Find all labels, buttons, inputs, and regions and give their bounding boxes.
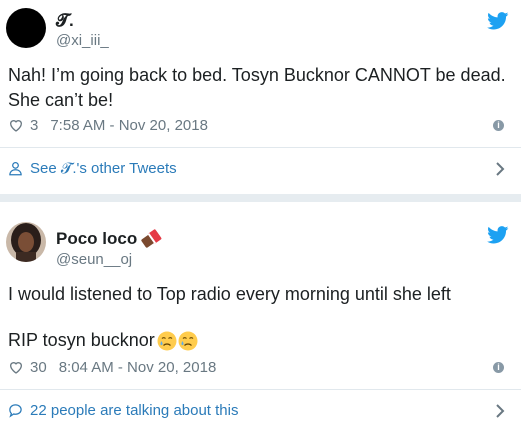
like-count[interactable]: 3: [30, 117, 38, 134]
speech-bubble-icon: [9, 403, 22, 418]
conversation-link[interactable]: 22 people are talking about this: [8, 399, 238, 421]
display-name-row[interactable]: Poco loco: [56, 229, 162, 249]
info-icon[interactable]: i: [493, 120, 504, 131]
twitter-bird-icon[interactable]: [487, 12, 509, 30]
tweet-card-1: 𝓣. @xi_iii_ Nah! I’m going back to bed. …: [0, 0, 521, 194]
crying-face-emoji-icon: [157, 331, 177, 350]
info-icon[interactable]: i: [493, 362, 504, 373]
display-name[interactable]: Poco loco: [56, 229, 137, 249]
divider: [0, 147, 521, 148]
tweet-meta: 30 8:04 AM - Nov 20, 2018: [8, 357, 216, 377]
timestamp[interactable]: 8:04 AM - Nov 20, 2018: [59, 359, 217, 376]
chevron-right-icon[interactable]: [495, 403, 505, 419]
timestamp[interactable]: 7:58 AM - Nov 20, 2018: [50, 117, 208, 134]
avatar[interactable]: [6, 8, 46, 48]
tweet-text: Nah! I’m going back to bed. Tosyn Buckno…: [8, 63, 506, 113]
tweet-text-line: Nah! I’m going back to bed. Tosyn Buckno…: [8, 65, 506, 85]
chevron-right-icon[interactable]: [495, 161, 505, 177]
tweet-text: RIP tosyn bucknor: [8, 328, 198, 353]
heart-icon[interactable]: [8, 359, 24, 375]
see-other-tweets-link[interactable]: See 𝓣.'s other Tweets: [8, 157, 177, 179]
chocolate-bar-emoji-icon: [141, 229, 162, 248]
user-handle[interactable]: @seun__oj: [56, 251, 132, 268]
twitter-bird-icon[interactable]: [487, 226, 509, 244]
divider: [0, 389, 521, 390]
heart-icon[interactable]: [8, 117, 24, 133]
tweet-text: I would listened to Top radio every morn…: [8, 282, 451, 307]
display-name[interactable]: 𝓣.: [56, 11, 74, 31]
person-icon: [9, 161, 22, 175]
tweet-meta: 3 7:58 AM - Nov 20, 2018: [8, 115, 208, 135]
user-handle[interactable]: @xi_iii_: [56, 32, 109, 49]
conversation-label[interactable]: 22 people are talking about this: [30, 402, 238, 419]
like-count[interactable]: 30: [30, 359, 47, 376]
tweet-text-line: I would listened to Top radio every morn…: [8, 284, 451, 304]
tweet-text-line: RIP tosyn bucknor: [8, 330, 155, 350]
avatar[interactable]: [6, 222, 46, 262]
crying-face-emoji-icon: [178, 331, 198, 350]
see-other-tweets-label[interactable]: See 𝓣.'s other Tweets: [30, 160, 177, 177]
tweet-text-line: She can’t be!: [8, 90, 114, 110]
